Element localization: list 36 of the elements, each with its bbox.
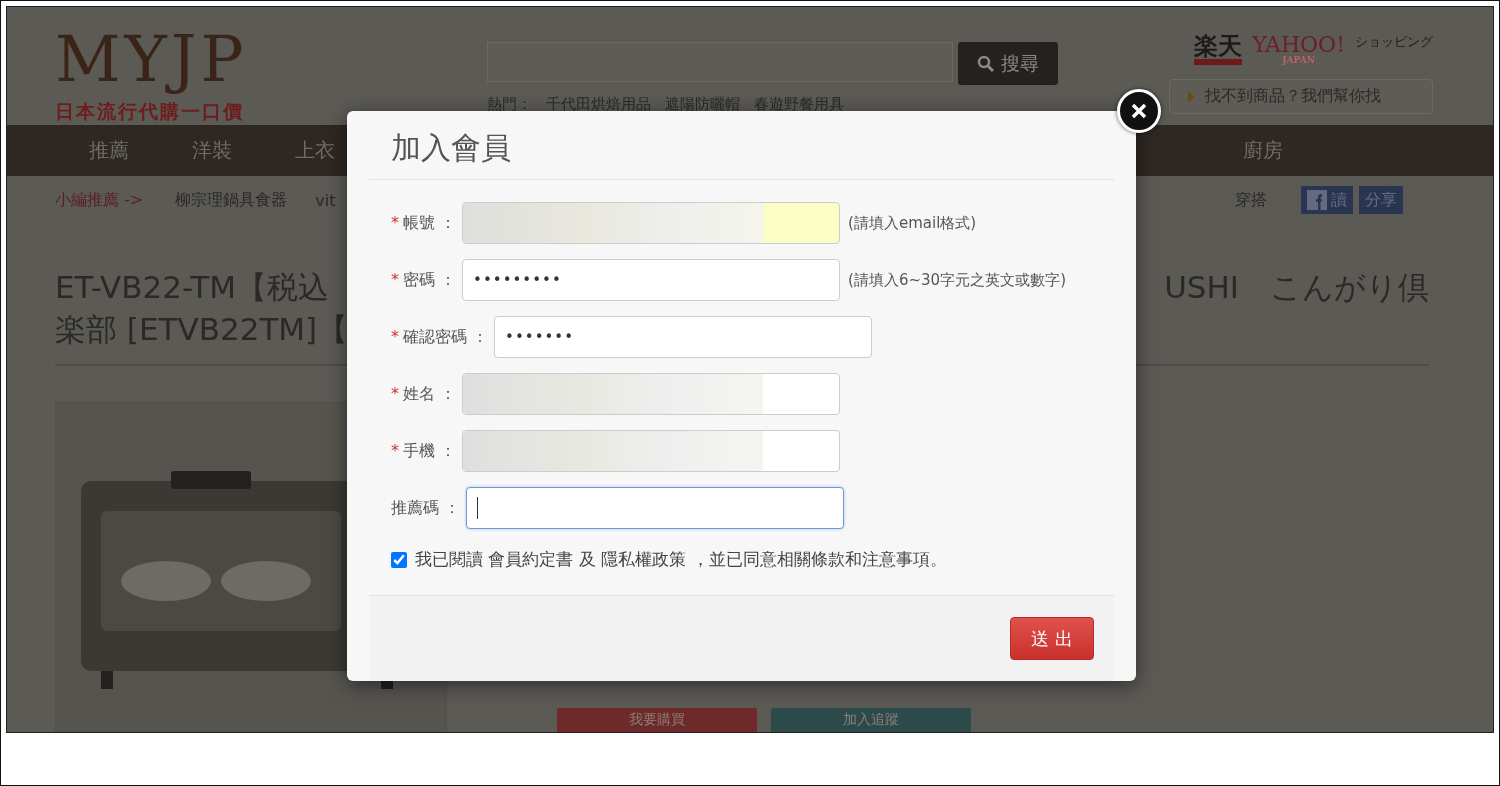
input-field[interactable]: ••••••• bbox=[494, 316, 873, 358]
submit-button[interactable]: 送 出 bbox=[1010, 617, 1094, 660]
follow-button[interactable]: 加入追蹤 bbox=[771, 708, 971, 732]
input-field[interactable] bbox=[462, 373, 841, 415]
field-label: * 確認密碼 ： bbox=[391, 326, 489, 348]
close-icon bbox=[1131, 103, 1147, 119]
site-logo[interactable]: MYJP bbox=[55, 23, 487, 95]
field-label: 推薦碼 ： bbox=[391, 497, 461, 519]
share-button[interactable]: 讀 bbox=[1301, 186, 1353, 215]
partner-logo[interactable]: 楽天 bbox=[1194, 33, 1243, 65]
close-button[interactable] bbox=[1117, 89, 1161, 133]
field-label: * 姓名 ： bbox=[391, 383, 457, 405]
field-label: * 密碼 ： bbox=[391, 269, 457, 291]
agree-text: 我已閱讀 會員約定書 及 隱私權政策 ，並已同意相關條款和注意事項。 bbox=[415, 548, 947, 571]
field-hint: (請填入email格式) bbox=[848, 213, 977, 233]
editor-picks-label: 小編推薦 -> bbox=[55, 189, 144, 211]
field-label: * 手機 ： bbox=[391, 440, 457, 462]
search-icon bbox=[977, 54, 995, 73]
nav-item[interactable]: 洋裝 bbox=[160, 125, 263, 177]
input-field[interactable] bbox=[462, 430, 841, 472]
field-hint: (請填入6~30字元之英文或數字) bbox=[848, 270, 1066, 290]
partner-logo[interactable]: YAHOO! JAPAN bbox=[1252, 35, 1345, 65]
dialog-title: 加入會員 bbox=[391, 129, 512, 167]
buy-button[interactable]: 我要購買 bbox=[557, 708, 757, 732]
nav-item[interactable]: 推薦 bbox=[57, 125, 160, 177]
input-field[interactable] bbox=[466, 487, 845, 529]
input-field[interactable]: ••••••••• bbox=[462, 259, 841, 301]
agree-checkbox[interactable] bbox=[391, 551, 407, 568]
nav-item[interactable]: 廚房 bbox=[1243, 125, 1283, 177]
share-button[interactable]: 分享 bbox=[1359, 186, 1403, 215]
input-field[interactable] bbox=[462, 202, 841, 244]
site-tagline: 日本流行代購一口價 bbox=[55, 99, 245, 124]
triangle-icon bbox=[1188, 90, 1195, 103]
field-label: * 帳號 ： bbox=[391, 212, 457, 234]
facebook-icon bbox=[1307, 190, 1327, 211]
search-button[interactable]: 搜尋 bbox=[958, 42, 1058, 85]
